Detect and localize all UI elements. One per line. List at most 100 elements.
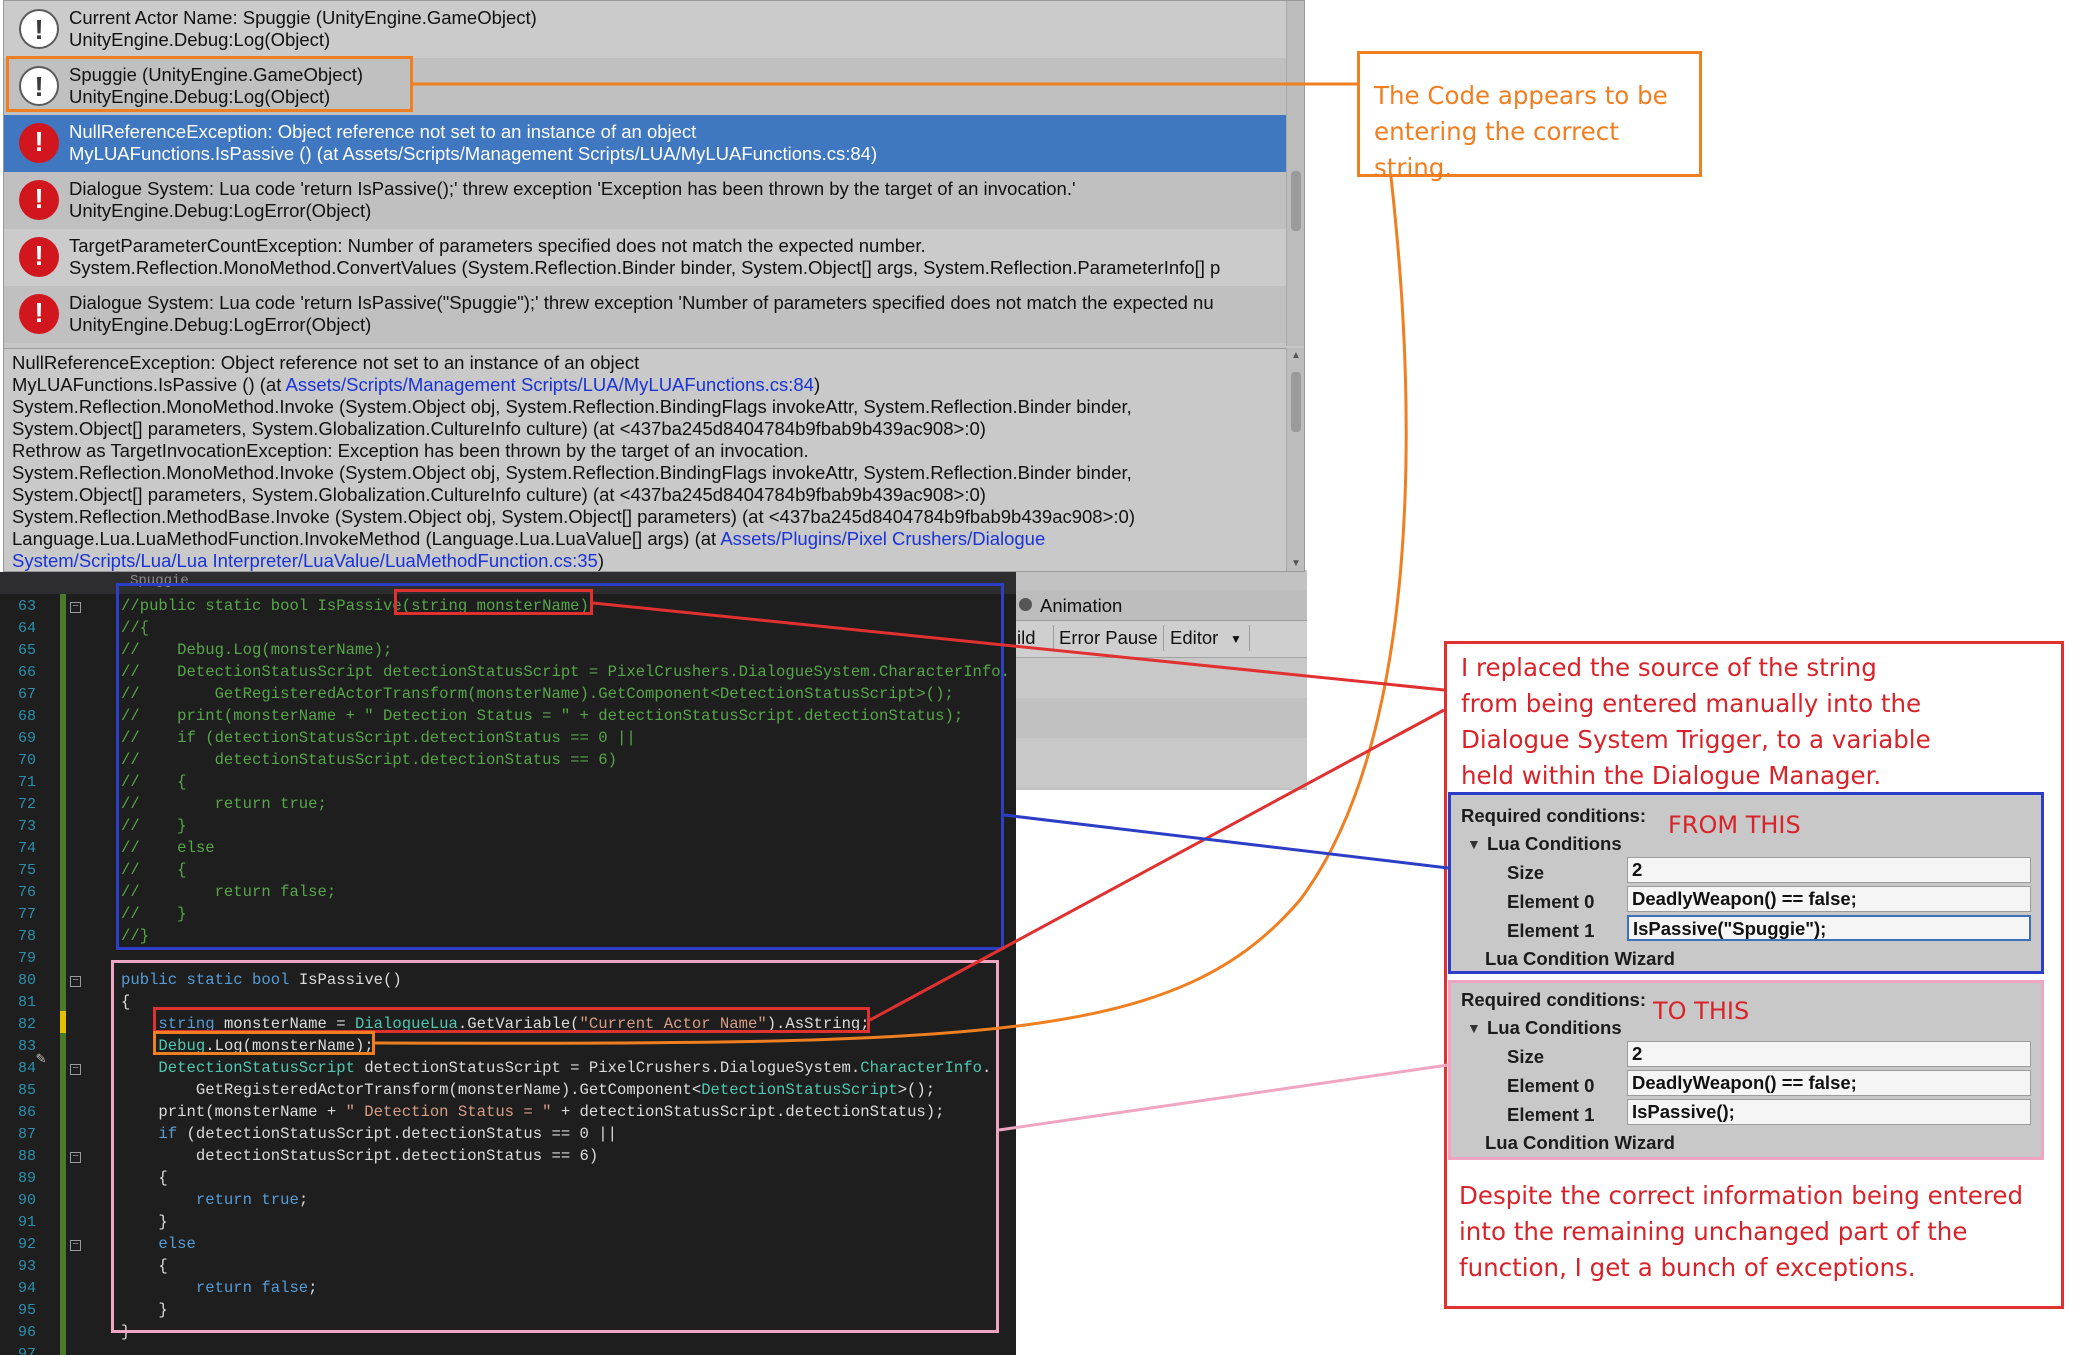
note-line: from being entered manually into the <box>1461 689 1922 718</box>
element-1-field[interactable]: IsPassive("Spuggie"); <box>1627 915 2031 941</box>
log-message: Spuggie (UnityEngine.GameObject) UnityEng… <box>69 64 363 108</box>
code-token: CharacterInfo <box>860 1059 982 1077</box>
fold-toggle-icon[interactable]: − <box>70 1240 81 1251</box>
code-line[interactable]: print(monsterName + " Detection Status =… <box>121 1103 944 1121</box>
element-0-field[interactable]: DeadlyWeapon() == false; <box>1627 886 2031 912</box>
code-token: // { <box>121 861 187 879</box>
toolbar-divider <box>1249 625 1250 651</box>
fold-toggle-icon[interactable]: − <box>70 976 81 987</box>
foldout-triangle-icon[interactable]: ▼ <box>1467 836 1481 852</box>
stack-trace-link[interactable]: Assets/Plugins/Pixel Crushers/Dialogue <box>720 528 1045 549</box>
line-number: 71 <box>17 774 36 791</box>
code-line[interactable]: return false; <box>121 1279 318 1297</box>
stack-trace-link[interactable]: Assets/Scripts/Management Scripts/LUA/My… <box>285 374 813 395</box>
code-line[interactable]: // GetRegisteredActorTransform(monsterNa… <box>121 685 954 703</box>
log-message-line: System.Reflection.MonoMethod.ConvertValu… <box>69 257 1221 278</box>
code-line[interactable]: // return false; <box>121 883 336 901</box>
code-line[interactable]: { <box>121 993 130 1011</box>
code-line[interactable]: // { <box>121 773 187 791</box>
lua-conditions-foldout[interactable]: Lua Conditions <box>1487 1017 1622 1039</box>
build-button-fragment[interactable]: ild <box>1017 627 1036 649</box>
element-0-label: Element 0 <box>1507 891 1595 912</box>
line-number: 84 <box>17 1060 36 1077</box>
fold-toggle-icon[interactable]: − <box>70 1064 81 1075</box>
code-line[interactable]: // if (detectionStatusScript.detectionSt… <box>121 729 636 747</box>
console-log-list[interactable]: ! Current Actor Name: Spuggie (UnityEngin… <box>4 1 1286 346</box>
lua-conditions-foldout[interactable]: Lua Conditions <box>1487 833 1622 855</box>
code-line[interactable]: DetectionStatusScript detectionStatusScr… <box>121 1059 991 1077</box>
code-line[interactable]: detectionStatusScript.detectionStatus ==… <box>121 1147 598 1165</box>
toolbar-divider <box>1053 625 1054 651</box>
code-line[interactable]: } <box>121 1323 130 1341</box>
code-token: { <box>121 993 131 1011</box>
editor-dropdown[interactable]: Editor <box>1170 627 1218 649</box>
console-list-scrollbar[interactable] <box>1286 1 1304 346</box>
code-token: DetectionStatusScript <box>701 1081 898 1099</box>
code-token: // detectionStatusScript.detectionStatus… <box>121 751 617 769</box>
code-token: //} <box>121 927 150 945</box>
breakpoint-icon[interactable]: ✎ <box>36 1048 54 1068</box>
code-line[interactable]: // DetectionStatusScript detectionStatus… <box>121 663 1010 681</box>
console-log-entry[interactable]: ! Current Actor Name: Spuggie (UnityEngin… <box>4 1 1286 58</box>
code-token: ; <box>298 1191 309 1209</box>
code-line[interactable]: //} <box>121 927 149 945</box>
detail-scrollbar[interactable]: ▲ ▼ <box>1286 348 1304 571</box>
code-line[interactable]: //public static bool IsPassive(string mo… <box>121 597 589 615</box>
annotation-orange-note: The Code appears to be entering the corr… <box>1357 51 1702 182</box>
element-0-field[interactable]: DeadlyWeapon() == false; <box>1627 1070 2031 1096</box>
unity-console-window: ! Current Actor Name: Spuggie (UnityEngin… <box>3 0 1305 572</box>
console-log-entry[interactable]: ! TargetParameterCountException: Number o… <box>4 229 1286 286</box>
editor-tab-label[interactable]: Spuggie <box>130 573 189 589</box>
red-note-top-text: I replaced the source of the string from… <box>1461 650 1931 794</box>
code-editor[interactable]: Spuggie //public static bool IsPassive(s… <box>0 572 1016 1355</box>
line-number: 91 <box>17 1214 36 1231</box>
line-number: 80 <box>17 972 36 989</box>
code-line[interactable]: } <box>121 1213 167 1231</box>
size-field[interactable]: 2 <box>1627 857 2031 883</box>
code-line[interactable]: public static bool IsPassive() <box>121 971 402 989</box>
error-pause-button[interactable]: Error Pause <box>1059 627 1158 649</box>
console-log-entry[interactable]: ! Dialogue System: Lua code 'return IsPas… <box>4 172 1286 229</box>
console-log-entry[interactable]: ! Dialogue System: Lua code 'return IsPas… <box>4 286 1286 343</box>
fold-toggle-icon[interactable]: − <box>70 1152 81 1163</box>
animation-tab[interactable]: Animation <box>1013 590 1307 621</box>
code-line[interactable]: GetRegisteredActorTransform(monsterName)… <box>121 1081 935 1099</box>
scroll-up-icon[interactable]: ▲ <box>1291 350 1301 361</box>
code-line[interactable]: return true; <box>121 1191 308 1209</box>
fold-toggle-icon[interactable]: − <box>70 602 81 613</box>
code-line[interactable]: // { <box>121 861 187 879</box>
code-line[interactable]: // } <box>121 905 187 923</box>
code-token: print(monsterName + <box>121 1103 346 1121</box>
code-line[interactable]: string monsterName = DialogueLua.GetVari… <box>121 1015 869 1033</box>
code-line[interactable]: Debug.Log(monsterName); <box>121 1037 373 1055</box>
line-number: 63 <box>17 598 36 615</box>
log-message-line: Dialogue System: Lua code 'return IsPass… <box>69 292 1214 313</box>
code-line[interactable]: // Debug.Log(monsterName); <box>121 641 392 659</box>
console-log-entry[interactable]: ! Spuggie (UnityEngine.GameObject) UnityEn… <box>4 58 1286 115</box>
code-line[interactable]: { <box>121 1257 167 1275</box>
size-field[interactable]: 2 <box>1627 1041 2031 1067</box>
code-line[interactable]: // else <box>121 839 215 857</box>
console-log-entry[interactable]: ! NullReferenceException: Object referenc… <box>4 115 1286 172</box>
code-line[interactable]: else <box>121 1235 195 1253</box>
code-line[interactable]: if (detectionStatusScript.detectionStatu… <box>121 1125 617 1143</box>
console-panel-body <box>1013 658 1307 788</box>
code-line[interactable]: } <box>121 1301 167 1319</box>
scroll-down-icon[interactable]: ▼ <box>1291 558 1301 569</box>
code-line[interactable]: // } <box>121 817 187 835</box>
element-1-field[interactable]: IsPassive(); <box>1627 1099 2031 1125</box>
connector-blue <box>1003 813 1449 870</box>
code-line[interactable]: // return true; <box>121 795 327 813</box>
foldout-triangle-icon[interactable]: ▼ <box>1467 1020 1481 1036</box>
lua-condition-wizard-foldout[interactable]: Lua Condition Wizard <box>1485 948 1675 970</box>
size-label: Size <box>1507 1046 1545 1067</box>
line-number: 69 <box>17 730 36 747</box>
note-line: held within the Dialogue Manager. <box>1461 761 1882 790</box>
code-line[interactable]: // detectionStatusScript.detectionStatus… <box>121 751 617 769</box>
code-line[interactable]: //{ <box>121 619 149 637</box>
stack-trace-link[interactable]: System/Scripts/Lua/Lua Interpreter/LuaVa… <box>12 550 598 571</box>
line-number: 88 <box>17 1148 36 1165</box>
lua-condition-wizard-foldout[interactable]: Lua Condition Wizard <box>1485 1132 1675 1154</box>
code-line[interactable]: // print(monsterName + " Detection Statu… <box>121 707 963 725</box>
code-line[interactable]: { <box>121 1169 167 1187</box>
